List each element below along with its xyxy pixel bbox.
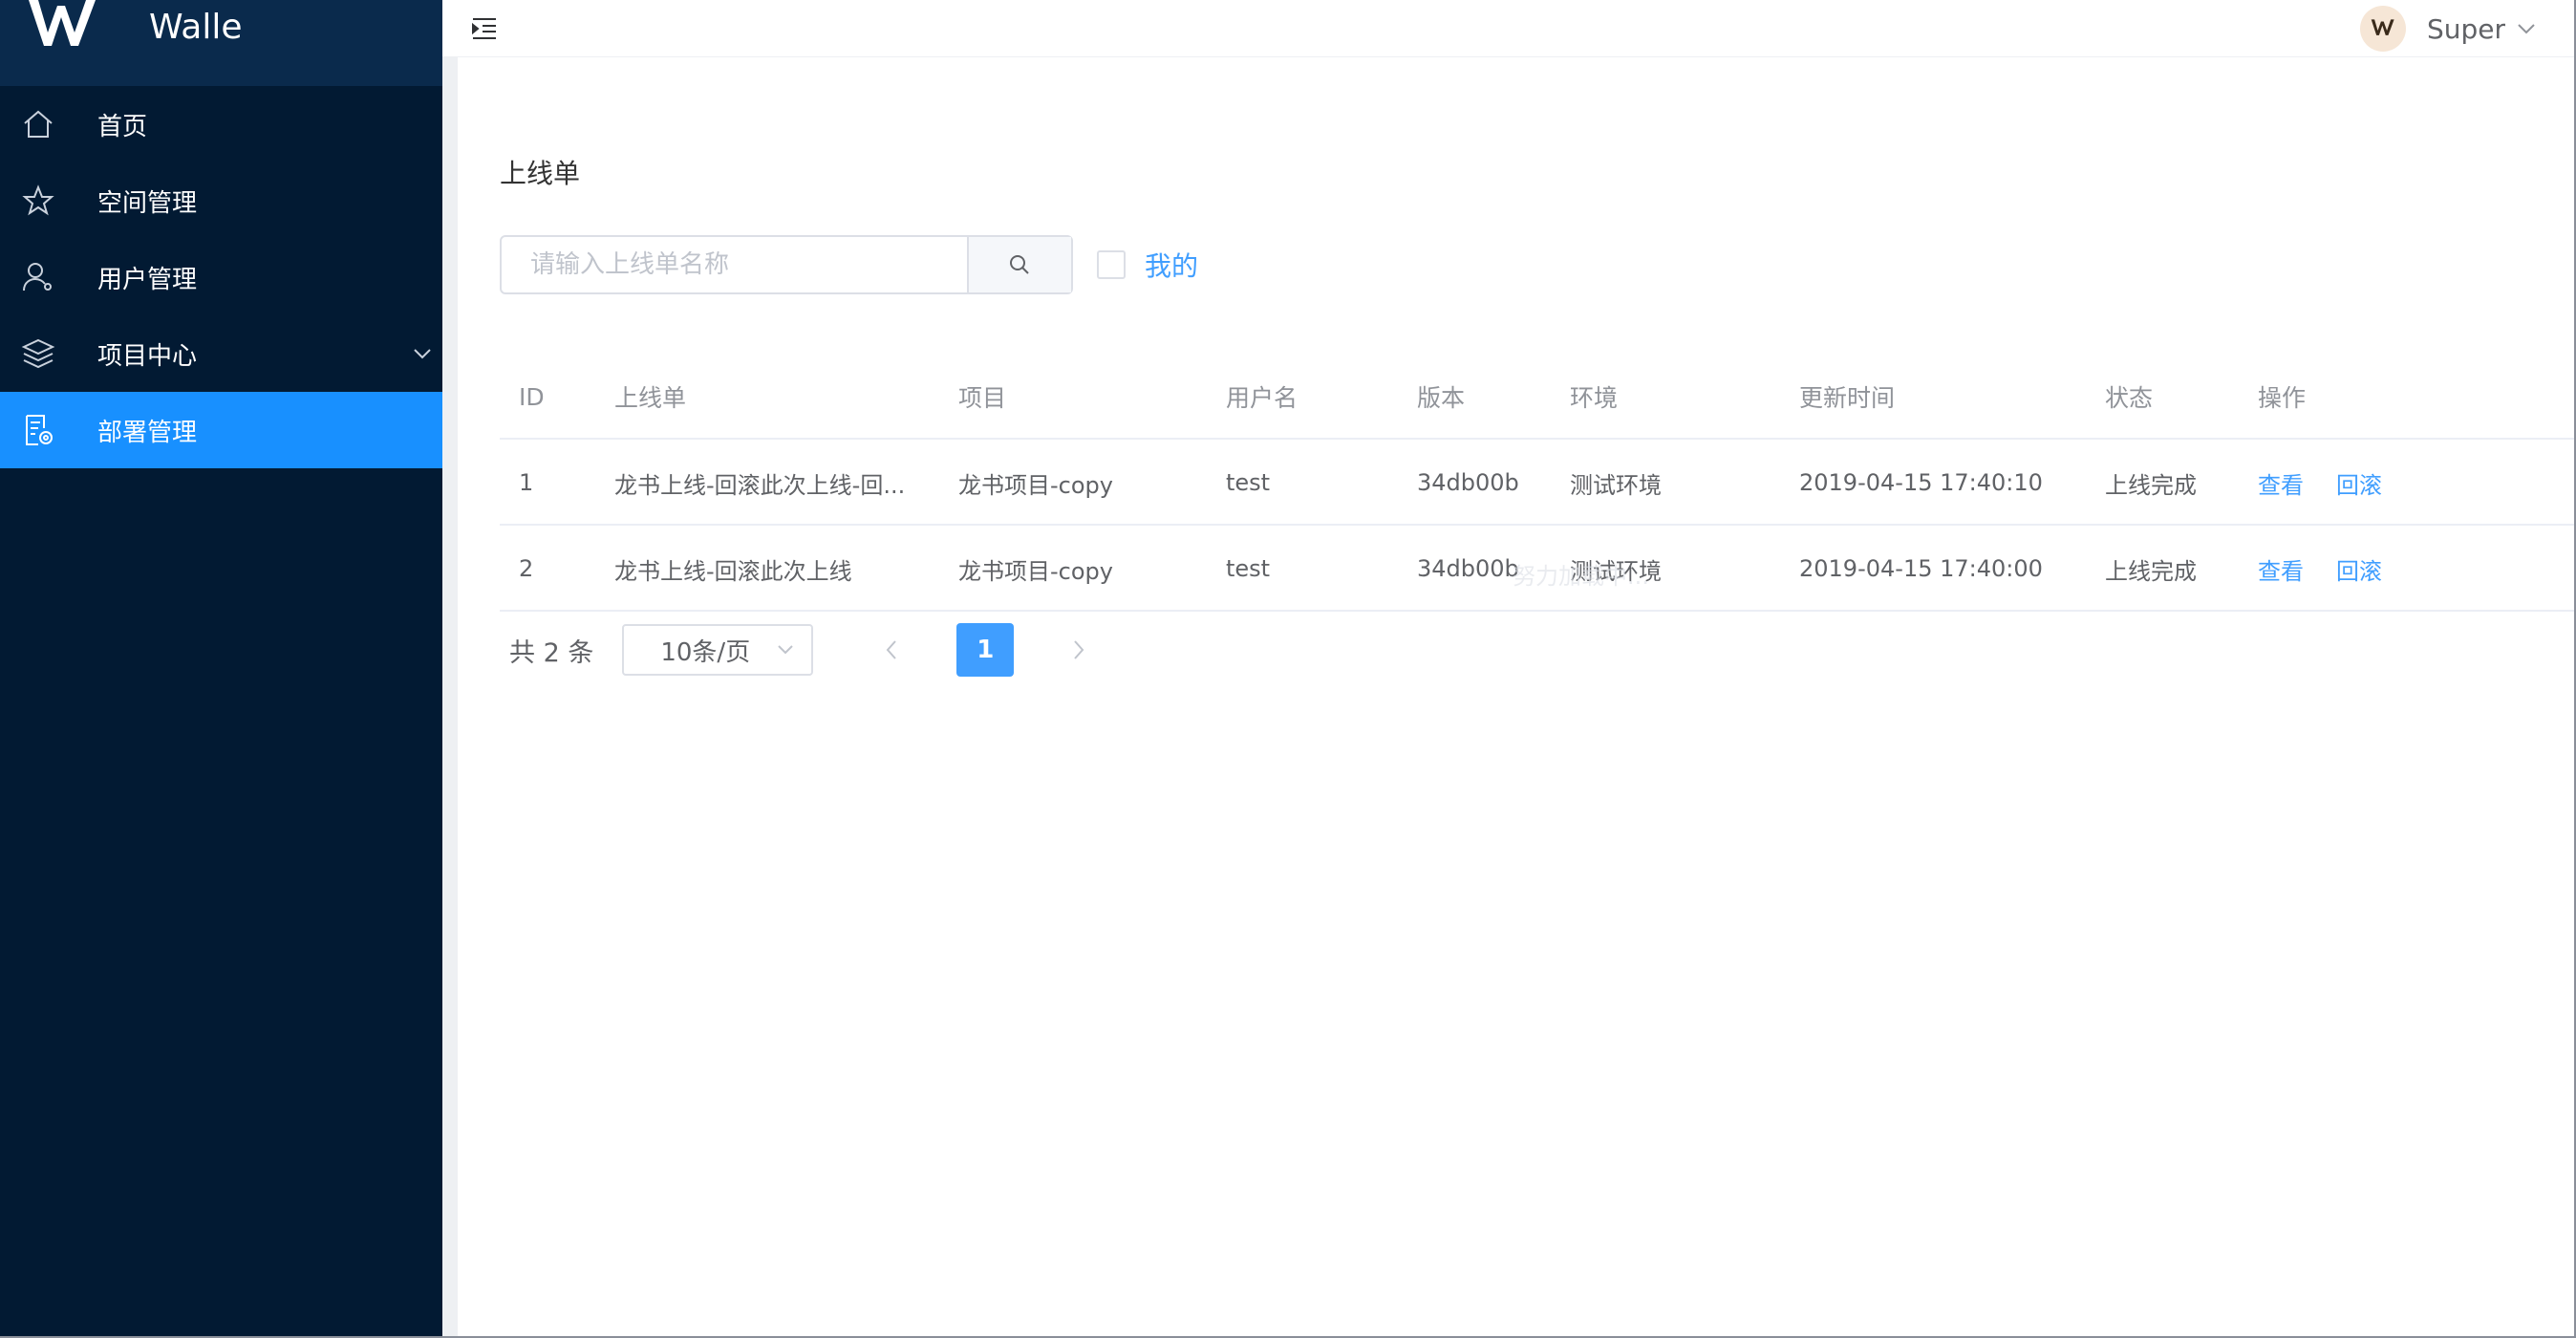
checkbox-box[interactable] bbox=[1097, 250, 1126, 279]
search-box bbox=[500, 235, 1073, 294]
sidebar: Walle 首页 空间管理 用户管理 项目中心 部署管理 bbox=[0, 0, 442, 1338]
content-left-strip bbox=[442, 57, 458, 1338]
cell-project: 龙书项目-copy bbox=[958, 557, 1113, 585]
cell-status: 上线完成 bbox=[2105, 471, 2197, 499]
cell-id: 1 bbox=[519, 469, 534, 496]
loading-ghost-text: 努力加载中... bbox=[1513, 563, 1649, 590]
cell-user: test bbox=[1226, 555, 1271, 582]
sidebar-item-label: 空间管理 bbox=[97, 188, 198, 218]
avatar bbox=[2359, 6, 2406, 52]
table-header-row: ID 上线单 项目 用户名 版本 环境 更新时间 状态 操作 bbox=[500, 354, 2576, 440]
column-header: 操作 bbox=[2258, 384, 2307, 412]
cell-status: 上线完成 bbox=[2105, 557, 2197, 585]
cell-updated: 2019-04-15 17:40:10 bbox=[1799, 469, 2043, 496]
mine-filter-checkbox[interactable]: 我的 bbox=[1097, 243, 1198, 287]
layers-icon bbox=[21, 338, 55, 369]
view-link[interactable]: 查看 bbox=[2258, 552, 2304, 586]
sidebar-menu: 首页 空间管理 用户管理 项目中心 部署管理 bbox=[0, 86, 442, 468]
sidebar-item-label: 项目中心 bbox=[97, 341, 198, 371]
sidebar-item-label: 用户管理 bbox=[97, 265, 198, 294]
prev-page-button[interactable] bbox=[863, 623, 920, 677]
column-header: ID bbox=[519, 382, 545, 411]
cell-name: 龙书上线-回滚此次上线 bbox=[614, 557, 852, 585]
page-number-current[interactable]: 1 bbox=[956, 623, 1015, 677]
table-row: 1 龙书上线-回滚此次上线-回... 龙书项目-copy test 34db00… bbox=[500, 440, 2576, 526]
view-link[interactable]: 查看 bbox=[2258, 466, 2304, 500]
chevron-down-icon bbox=[414, 349, 431, 359]
column-header: 环境 bbox=[1570, 384, 1619, 412]
next-page-button[interactable] bbox=[1050, 623, 1107, 677]
column-header: 用户名 bbox=[1226, 384, 1299, 412]
search-input[interactable] bbox=[502, 237, 967, 292]
page-size-select[interactable]: 10条/页 bbox=[622, 624, 814, 676]
cell-project: 龙书项目-copy bbox=[958, 471, 1113, 499]
chevron-left-icon bbox=[887, 640, 897, 659]
column-header: 更新时间 bbox=[1799, 384, 1896, 412]
walle-logo-icon bbox=[29, 0, 96, 46]
chevron-right-icon bbox=[1074, 640, 1084, 659]
top-header: Super bbox=[442, 0, 2576, 57]
column-header: 状态 bbox=[2105, 384, 2154, 412]
deploy-doc-icon bbox=[26, 415, 53, 445]
home-icon bbox=[24, 110, 53, 138]
cell-name: 龙书上线-回滚此次上线-回... bbox=[614, 471, 906, 499]
walle-avatar-icon bbox=[2371, 19, 2394, 35]
cell-version: 34db00b bbox=[1417, 469, 1519, 496]
chevron-down-icon bbox=[2518, 24, 2535, 34]
star-icon bbox=[22, 184, 54, 216]
search-icon bbox=[1010, 255, 1030, 274]
search-button[interactable] bbox=[966, 237, 1071, 292]
brand-header: Walle bbox=[0, 0, 442, 86]
sidebar-item-label: 首页 bbox=[97, 112, 148, 141]
column-header: 项目 bbox=[958, 384, 1007, 412]
cell-updated: 2019-04-15 17:40:00 bbox=[1799, 555, 2043, 582]
page-size-value: 10条/页 bbox=[660, 637, 751, 667]
rollback-link[interactable]: 回滚 bbox=[2336, 552, 2382, 586]
pagination: 共 2 条 10条/页 1 bbox=[509, 623, 1107, 677]
cell-id: 2 bbox=[519, 555, 534, 582]
user-dropdown[interactable]: Super bbox=[2359, 6, 2536, 52]
cell-env: 测试环境 bbox=[1570, 471, 1662, 499]
cell-user: test bbox=[1226, 469, 1271, 496]
sidebar-item-deploy[interactable]: 部署管理 bbox=[0, 392, 442, 468]
user-icon bbox=[23, 263, 52, 291]
pagination-total: 共 2 条 bbox=[509, 637, 594, 668]
sidebar-item-users[interactable]: 用户管理 bbox=[0, 239, 442, 315]
sidebar-item-projects[interactable]: 项目中心 bbox=[0, 315, 442, 392]
user-name: Super bbox=[2426, 12, 2505, 45]
mine-filter-label[interactable]: 我的 bbox=[1145, 246, 1198, 284]
cell-actions: 查看 回滚 bbox=[2258, 440, 2544, 526]
sidebar-item-label: 部署管理 bbox=[97, 418, 198, 447]
chevron-down-icon bbox=[778, 645, 794, 655]
sidebar-item-space[interactable]: 空间管理 bbox=[0, 162, 442, 239]
cell-actions: 查看 回滚 bbox=[2258, 526, 2544, 612]
menu-fold-icon[interactable] bbox=[469, 13, 500, 44]
page-title: 上线单 bbox=[500, 158, 581, 189]
rollback-link[interactable]: 回滚 bbox=[2336, 466, 2382, 500]
app-title: Walle bbox=[149, 8, 243, 47]
column-header: 上线单 bbox=[614, 384, 687, 412]
sidebar-item-home[interactable]: 首页 bbox=[0, 86, 442, 162]
column-header: 版本 bbox=[1417, 384, 1466, 412]
